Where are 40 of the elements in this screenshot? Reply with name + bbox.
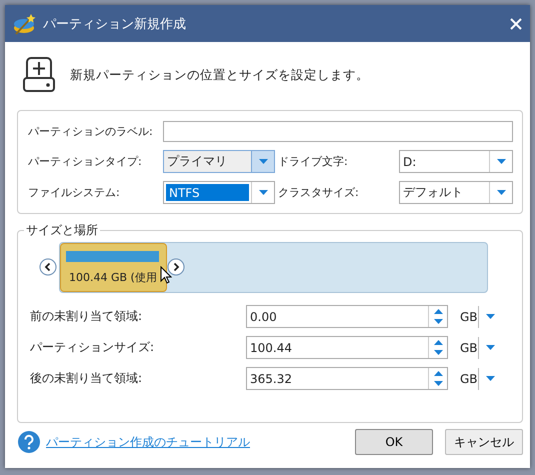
field-label: 後の未割り当て領域: <box>30 370 144 387</box>
right-handle-icon[interactable] <box>167 258 186 276</box>
field-label: パーティションのラベル: <box>28 124 154 139</box>
help-icon[interactable] <box>18 431 40 453</box>
field-label: パーティションサイズ: <box>30 339 156 356</box>
dialog-button[interactable]: キャンセル <box>445 429 523 455</box>
unit-label: GB <box>459 340 478 354</box>
field-label: パーティションタイプ: <box>28 154 143 169</box>
unit-label: GB <box>459 372 478 386</box>
dialog-button[interactable]: OK <box>355 429 433 455</box>
add-drive-icon <box>22 56 56 94</box>
unit-label: GB <box>459 310 478 324</box>
field-label: ドライブ文字: <box>278 154 349 169</box>
dropdown[interactable]: D: <box>399 150 513 173</box>
group-title: サイズと場所 <box>24 222 100 239</box>
mouse-cursor-icon <box>160 266 172 284</box>
dropdown-arrow-icon <box>496 159 506 164</box>
dropdown-arrow-icon <box>258 159 268 164</box>
dropdown[interactable]: プライマリ <box>163 150 275 173</box>
unit-dropdown-icon <box>486 376 495 381</box>
close-icon[interactable] <box>510 18 522 30</box>
unit-dropdown-icon <box>486 314 495 319</box>
number-field[interactable]: 0.00 <box>246 305 448 328</box>
dropdown[interactable]: デフォルト <box>399 181 513 204</box>
dropdown-arrow-icon <box>496 190 506 195</box>
field-label: 前の未割り当て領域: <box>30 308 144 325</box>
field-label: クラスタサイズ: <box>278 185 360 200</box>
partition-size-label: 100.44 GB (使用 <box>69 270 158 285</box>
label-input-field[interactable] <box>163 121 513 142</box>
left-handle-icon[interactable] <box>39 258 57 276</box>
tutorial-link[interactable]: パーティション作成のチュートリアル <box>46 434 343 450</box>
unit-dropdown-icon <box>486 345 495 350</box>
dropdown[interactable]: NTFS <box>163 181 275 204</box>
number-field[interactable]: 365.32 <box>246 367 448 390</box>
number-field[interactable]: 100.44 <box>246 336 448 359</box>
dropdown-arrow-icon <box>258 190 268 195</box>
app-logo-icon <box>13 12 37 34</box>
instruction-text: 新規パーティションの位置とサイズを設定します。 <box>70 66 369 84</box>
window-title: パーティション新規作成 <box>43 16 187 32</box>
field-label: ファイルシステム: <box>28 185 121 200</box>
